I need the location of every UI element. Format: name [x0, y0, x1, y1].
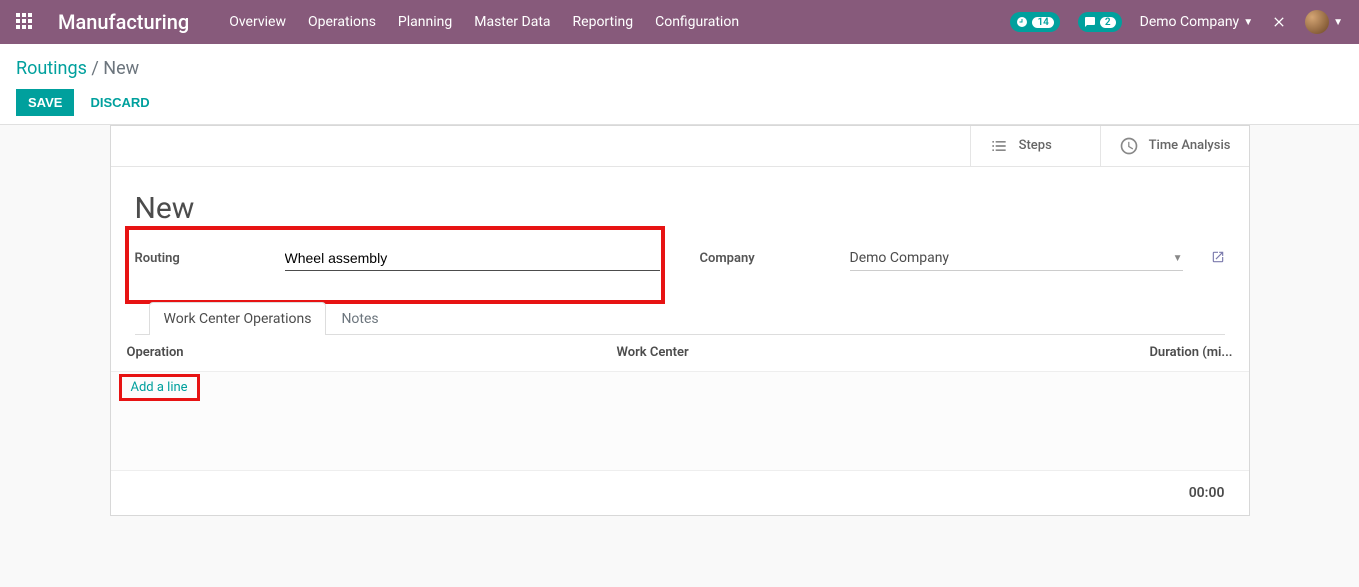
- caret-down-icon: ▼: [1243, 17, 1253, 28]
- app-brand: Manufacturing: [58, 10, 189, 34]
- caret-down-icon[interactable]: ▼: [1333, 17, 1343, 28]
- menu-overview[interactable]: Overview: [229, 14, 286, 30]
- stat-bar: Steps Time Analysis: [111, 126, 1249, 167]
- save-button[interactable]: SAVE: [16, 89, 74, 116]
- company-value: Demo Company: [850, 250, 950, 266]
- routing-input[interactable]: [285, 246, 660, 271]
- chat-icon: [1084, 16, 1096, 28]
- company-name: Demo Company: [1140, 14, 1240, 30]
- stat-steps-button[interactable]: Steps: [970, 126, 1100, 166]
- grid-footer: 00:00: [111, 471, 1249, 515]
- breadcrumb-current: New: [103, 58, 139, 79]
- company-selector[interactable]: Demo Company ▼: [1140, 14, 1253, 30]
- menu-reporting[interactable]: Reporting: [573, 14, 634, 30]
- nav-right: 14 2 Demo Company ▼ ▼: [1010, 10, 1343, 34]
- routing-label: Routing: [135, 251, 265, 266]
- company-label: Company: [700, 251, 830, 266]
- list-icon: [989, 136, 1009, 156]
- breadcrumb-sep: /: [87, 58, 103, 79]
- external-link-icon[interactable]: [1211, 250, 1225, 268]
- tab-bar: Work Center Operations Notes: [135, 301, 1225, 335]
- col-work-center: Work Center: [617, 345, 1113, 360]
- grid-header: Operation Work Center Duration (mi...: [111, 335, 1249, 371]
- apps-icon[interactable]: [16, 13, 34, 31]
- debug-icon[interactable]: [1271, 14, 1287, 30]
- grid-body: Add a line: [111, 371, 1249, 471]
- discard-button[interactable]: DISCARD: [78, 89, 161, 116]
- form-sheet: Steps Time Analysis New Routing Company: [110, 125, 1250, 516]
- activity-button[interactable]: 14: [1010, 12, 1059, 32]
- menu-master-data[interactable]: Master Data: [474, 14, 550, 30]
- breadcrumb-root[interactable]: Routings: [16, 58, 87, 79]
- stat-time-button[interactable]: Time Analysis: [1100, 126, 1249, 166]
- routing-field-group: Routing: [135, 246, 660, 271]
- caret-down-icon: ▼: [1173, 253, 1183, 264]
- stat-time-label: Time Analysis: [1149, 139, 1231, 153]
- main-menu: Overview Operations Planning Master Data…: [229, 14, 739, 30]
- top-nav: Manufacturing Overview Operations Planni…: [0, 0, 1359, 44]
- clock-icon: [1016, 16, 1028, 28]
- tab-notes[interactable]: Notes: [326, 302, 393, 335]
- menu-planning[interactable]: Planning: [398, 14, 452, 30]
- operations-grid: Operation Work Center Duration (mi... Ad…: [111, 335, 1249, 515]
- stat-steps-label: Steps: [1019, 139, 1052, 153]
- duration-total: 00:00: [1189, 485, 1225, 501]
- col-operation: Operation: [127, 345, 617, 360]
- menu-configuration[interactable]: Configuration: [655, 14, 739, 30]
- page-title: New: [135, 191, 1225, 226]
- col-duration: Duration (mi...: [1113, 345, 1233, 360]
- action-buttons: SAVE DISCARD: [16, 89, 1343, 116]
- tab-work-center-operations[interactable]: Work Center Operations: [149, 302, 327, 335]
- company-select[interactable]: Demo Company ▼: [850, 246, 1183, 271]
- activity-count: 14: [1032, 17, 1053, 28]
- add-line-link[interactable]: Add a line: [127, 378, 192, 397]
- user-avatar[interactable]: [1305, 10, 1329, 34]
- clock-icon: [1119, 136, 1139, 156]
- message-count: 2: [1100, 17, 1116, 28]
- messages-button[interactable]: 2: [1078, 12, 1122, 32]
- menu-operations[interactable]: Operations: [308, 14, 376, 30]
- company-field-group: Company Demo Company ▼: [700, 246, 1225, 271]
- control-bar: Routings / New SAVE DISCARD: [0, 44, 1359, 125]
- breadcrumb: Routings / New: [16, 58, 1343, 79]
